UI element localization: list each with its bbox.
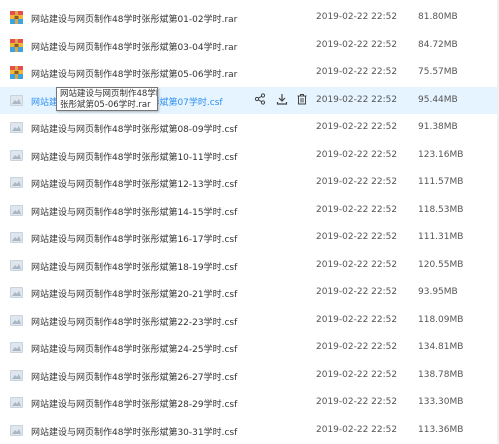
file-name[interactable]: 网站建设与网页制作48学时张彤斌第10-11学时.csf xyxy=(31,150,237,163)
csf-file-icon xyxy=(9,423,24,438)
csf-file-icon xyxy=(9,230,24,245)
file-date: 2019-02-22 22:52 xyxy=(316,122,398,132)
csf-file-icon xyxy=(9,175,24,190)
csf-file-icon xyxy=(9,285,24,300)
tooltip-line-2: 张彤斌第05-06学时.rar xyxy=(60,100,151,110)
file-date: 2019-02-22 22:52 xyxy=(316,205,398,215)
file-date: 2019-02-22 22:52 xyxy=(316,177,398,187)
share-icon[interactable] xyxy=(254,93,268,107)
csf-file-icon xyxy=(9,395,24,410)
file-date: 2019-02-22 22:52 xyxy=(316,287,398,297)
csf-file-icon xyxy=(9,340,24,355)
file-date: 2019-02-22 22:52 xyxy=(316,342,398,352)
rar-archive-icon xyxy=(9,38,24,53)
csf-file-icon xyxy=(9,148,24,163)
file-name[interactable]: 网站建设与网页制作48学时张彤斌第18-19学时.csf xyxy=(31,260,237,273)
file-date: 2019-02-22 22:52 xyxy=(316,260,398,270)
file-list: 网站建设与网页制作48学时张彤斌第01-02学时.rar 2019-02-22 2… xyxy=(0,0,499,443)
file-size: 118.53MB xyxy=(418,205,464,215)
file-date: 2019-02-22 22:52 xyxy=(316,40,398,50)
file-size: 95.44MB xyxy=(418,95,458,105)
file-name[interactable]: 网站建设与网页制作48学时张彤斌第24-25学时.csf xyxy=(31,342,237,355)
file-row[interactable]: 网站建设与网页制作48学时张彤斌第22-23学时.csf 2019-02-22 2… xyxy=(0,307,499,334)
file-date: 2019-02-22 22:52 xyxy=(316,95,398,105)
file-size: 75.57MB xyxy=(418,67,458,77)
file-row[interactable]: 网站建设与网页制作48学时张彤斌第03-04学时.rar 2019-02-22 2… xyxy=(0,32,499,59)
file-size: 134.81MB xyxy=(418,342,464,352)
file-row[interactable]: 网站建设与网页制作48学时张彤斌第24-25学时.csf 2019-02-22 2… xyxy=(0,334,499,361)
file-date: 2019-02-22 22:52 xyxy=(316,150,398,160)
rar-archive-icon xyxy=(9,65,24,80)
tooltip-line-1: 网站建设与网页制作48学时 xyxy=(60,89,158,99)
file-name[interactable]: 网站建设与网页制作48学时张彤斌第12-13学时.csf xyxy=(31,177,237,190)
csf-file-icon xyxy=(9,258,24,273)
file-row[interactable]: 网站建设与网页制作48学时张彤斌第18-19学时.csf 2019-02-22 2… xyxy=(0,252,499,279)
file-name[interactable]: 网站建设与网页制作48学时张彤斌第26-27学时.csf xyxy=(31,370,237,383)
file-name[interactable]: 网站建设与网页制作48学时张彤斌第16-17学时.csf xyxy=(31,232,237,245)
file-date: 2019-02-22 22:52 xyxy=(316,425,398,435)
file-size: 91.38MB xyxy=(418,122,458,132)
file-name[interactable]: 网站建设与网页制作48学时张彤斌第28-29学时.csf xyxy=(31,397,237,410)
file-name[interactable]: 网站建设与网页制作48学时张彤斌第05-06学时.rar xyxy=(31,67,237,80)
file-name[interactable]: 网站建设与网页制作48学时张彤斌第20-21学时.csf xyxy=(31,287,237,300)
csf-file-icon xyxy=(9,313,24,328)
file-date: 2019-02-22 22:52 xyxy=(316,12,398,22)
file-row[interactable]: 网站建设与网页制作48学时张彤斌第05-06学时.rar 2019-02-22 2… xyxy=(0,59,499,86)
file-size: 111.31MB xyxy=(418,232,464,242)
file-row[interactable]: 网站建设与网页制作48学时张彤斌第08-09学时.csf 2019-02-22 2… xyxy=(0,114,499,141)
file-row[interactable]: 网站建设与网页制作48学时张彤斌第01-02学时.rar 2019-02-22 2… xyxy=(0,4,499,31)
file-size: 133.30MB xyxy=(418,397,464,407)
file-date: 2019-02-22 22:52 xyxy=(316,232,398,242)
file-name[interactable]: 网站建设与网页制作48学时张彤斌第14-15学时.csf xyxy=(31,205,237,218)
csf-file-icon xyxy=(9,93,24,108)
file-row[interactable]: 网站建设与网页制作48学时张彤斌第12-13学时.csf 2019-02-22 2… xyxy=(0,169,499,196)
file-row[interactable]: 网站建设与网页制作48学时张彤斌第16-17学时.csf 2019-02-22 2… xyxy=(0,224,499,251)
file-size: 123.16MB xyxy=(418,150,464,160)
file-row[interactable]: 网站建设与网页制作48学时张彤斌第10-11学时.csf 2019-02-22 2… xyxy=(0,142,499,169)
file-date: 2019-02-22 22:52 xyxy=(316,370,398,380)
file-date: 2019-02-22 22:52 xyxy=(316,397,398,407)
file-size: 81.80MB xyxy=(418,12,458,22)
csf-file-icon xyxy=(9,203,24,218)
file-row[interactable]: 网站建设与网页制作48学时张彤斌第28-29学时.csf 2019-02-22 2… xyxy=(0,389,499,416)
file-date: 2019-02-22 22:52 xyxy=(316,315,398,325)
file-name[interactable]: 网站建设与网页制作48学时张彤斌第03-04学时.rar xyxy=(31,40,237,53)
file-name[interactable]: 网站建设与网页制作48学时张彤斌第08-09学时.csf xyxy=(31,122,237,135)
filename-tooltip: 网站建设与网页制作48学时 张彤斌第05-06学时.rar xyxy=(56,87,158,111)
csf-file-icon xyxy=(9,120,24,135)
file-size: 118.09MB xyxy=(418,315,464,325)
rar-archive-icon xyxy=(9,10,24,25)
file-size: 93.95MB xyxy=(418,287,458,297)
file-name[interactable]: 网站建设与网页制作48学时张彤斌第22-23学时.csf xyxy=(31,315,237,328)
csf-file-icon xyxy=(9,368,24,383)
file-size: 138.78MB xyxy=(418,370,464,380)
file-size: 111.57MB xyxy=(418,177,464,187)
file-row[interactable]: 网站建设与网页制作48学时张彤斌第20-21学时.csf 2019-02-22 2… xyxy=(0,279,499,306)
file-date: 2019-02-22 22:52 xyxy=(316,67,398,77)
file-size: 84.72MB xyxy=(418,40,458,50)
trash-icon[interactable] xyxy=(296,93,310,107)
file-row[interactable]: 网站建设与网页制作48学时张彤斌第30-31学时.csf 2019-02-22 2… xyxy=(0,417,499,444)
download-icon[interactable] xyxy=(276,93,290,107)
file-name[interactable]: 网站建设与网页制作48学时张彤斌第01-02学时.rar xyxy=(31,12,237,25)
file-row[interactable]: 网站建设与网页制作48学时张彤斌第14-15学时.csf 2019-02-22 2… xyxy=(0,197,499,224)
file-size: 113.36MB xyxy=(418,425,464,435)
file-name[interactable]: 网站建设与网页制作48学时张彤斌第30-31学时.csf xyxy=(31,425,237,438)
file-size: 120.55MB xyxy=(418,260,464,270)
file-row[interactable]: 网站建设与网页制作48学时张彤斌第26-27学时.csf 2019-02-22 2… xyxy=(0,362,499,389)
